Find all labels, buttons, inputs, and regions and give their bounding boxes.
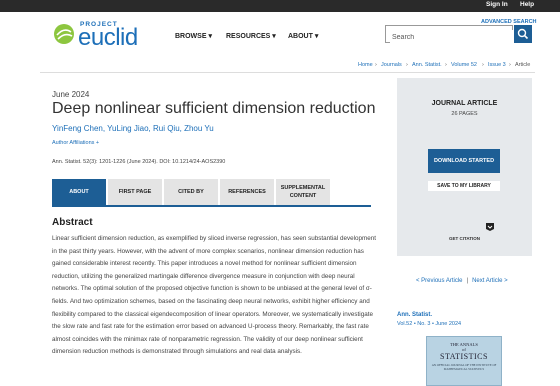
breadcrumb-volume[interactable]: Volume 52 — [451, 62, 477, 68]
top-bar: Sign In Help — [0, 0, 560, 12]
tab-supplemental-content[interactable]: SUPPLEMENTAL CONTENT — [276, 179, 330, 205]
tab-references[interactable]: REFERENCES — [220, 179, 274, 205]
sign-in-link[interactable]: Sign In — [486, 1, 508, 8]
breadcrumb-article: Article — [515, 62, 531, 68]
breadcrumb-journals[interactable]: Journals — [381, 62, 402, 68]
cover-title-line3: STATISTICS — [440, 352, 488, 361]
get-citation-button[interactable]: GET CITATION — [397, 236, 532, 241]
breadcrumb-issue[interactable]: Issue 3 — [488, 62, 506, 68]
abstract-text: Linear sufficient dimension reduction, a… — [52, 235, 377, 356]
project-euclid-logo[interactable]: PROJECT euclid — [52, 17, 152, 53]
divider — [40, 72, 535, 73]
next-article-link[interactable]: Next Article > — [472, 278, 508, 284]
abstract-heading: Abstract — [52, 217, 93, 228]
pagination-separator: | — [466, 278, 469, 284]
article-title: Deep nonlinear sufficient dimension redu… — [52, 100, 376, 117]
journal-name[interactable]: Ann. Statist. — [397, 312, 432, 318]
logo-euclid-text: euclid — [78, 24, 138, 51]
search-button[interactable] — [514, 25, 532, 43]
help-link[interactable]: Help — [520, 1, 534, 8]
citation-line: Ann. Statist. 52(3): 1201-1226 (June 202… — [52, 159, 226, 165]
chevron-down-icon: ▾ — [314, 33, 319, 40]
chevron-down-icon: ▾ — [272, 33, 276, 40]
nav-resources[interactable]: RESOURCES ▾ — [226, 32, 276, 40]
article-type-label: JOURNAL ARTICLE — [431, 100, 498, 107]
journal-cover-image[interactable]: THE ANNALS of STATISTICS AN OFFICIAL JOU… — [426, 336, 502, 386]
tab-cited-by[interactable]: CITED BY — [164, 179, 218, 205]
breadcrumb-sep: › — [482, 62, 484, 68]
search-box — [385, 25, 514, 46]
nav-browse[interactable]: BROWSE ▾ — [175, 32, 212, 40]
author-affiliations-toggle[interactable]: Author Affiliations + — [52, 140, 99, 146]
breadcrumb-sep: › — [509, 62, 511, 68]
breadcrumb-journal[interactable]: Ann. Statist. — [412, 62, 442, 68]
chevron-down-icon: ▾ — [208, 33, 212, 40]
page-count: 26 PAGES — [451, 111, 478, 117]
author-list[interactable]: YinFeng Chen, YuLing Jiao, Rui Qiu, Zhou… — [52, 124, 214, 133]
tab-first-page[interactable]: FIRST PAGE — [108, 179, 162, 205]
breadcrumb-sep: › — [375, 62, 377, 68]
search-icon — [517, 28, 529, 40]
article-pagination: < Previous Article | Next Article > — [416, 278, 508, 284]
publication-date: June 2024 — [52, 90, 90, 99]
article-sidebar-panel: JOURNAL ARTICLE 26 PAGES DOWNLOAD STARTE… — [397, 78, 532, 256]
save-to-library-button[interactable]: SAVE TO MY LIBRARY — [428, 181, 500, 191]
breadcrumb-sep: › — [445, 62, 447, 68]
journal-volume-issue[interactable]: Vol.52 • No. 3 • June 2024 — [397, 321, 461, 327]
cover-subtitle: AN OFFICIAL JOURNAL OF THE INSTITUTE OF … — [431, 363, 497, 371]
nav-about[interactable]: ABOUT ▾ — [288, 32, 318, 40]
globe-icon — [54, 24, 74, 44]
breadcrumb-sep: › — [406, 62, 408, 68]
tab-about[interactable]: ABOUT — [52, 179, 106, 205]
breadcrumb-home[interactable]: Home — [358, 62, 373, 68]
previous-article-link[interactable]: < Previous Article — [416, 278, 463, 284]
download-button[interactable]: DOWNLOAD STARTED — [428, 149, 500, 173]
search-input[interactable] — [390, 29, 514, 46]
quote-icon[interactable] — [486, 223, 494, 231]
tab-underline — [52, 205, 371, 207]
